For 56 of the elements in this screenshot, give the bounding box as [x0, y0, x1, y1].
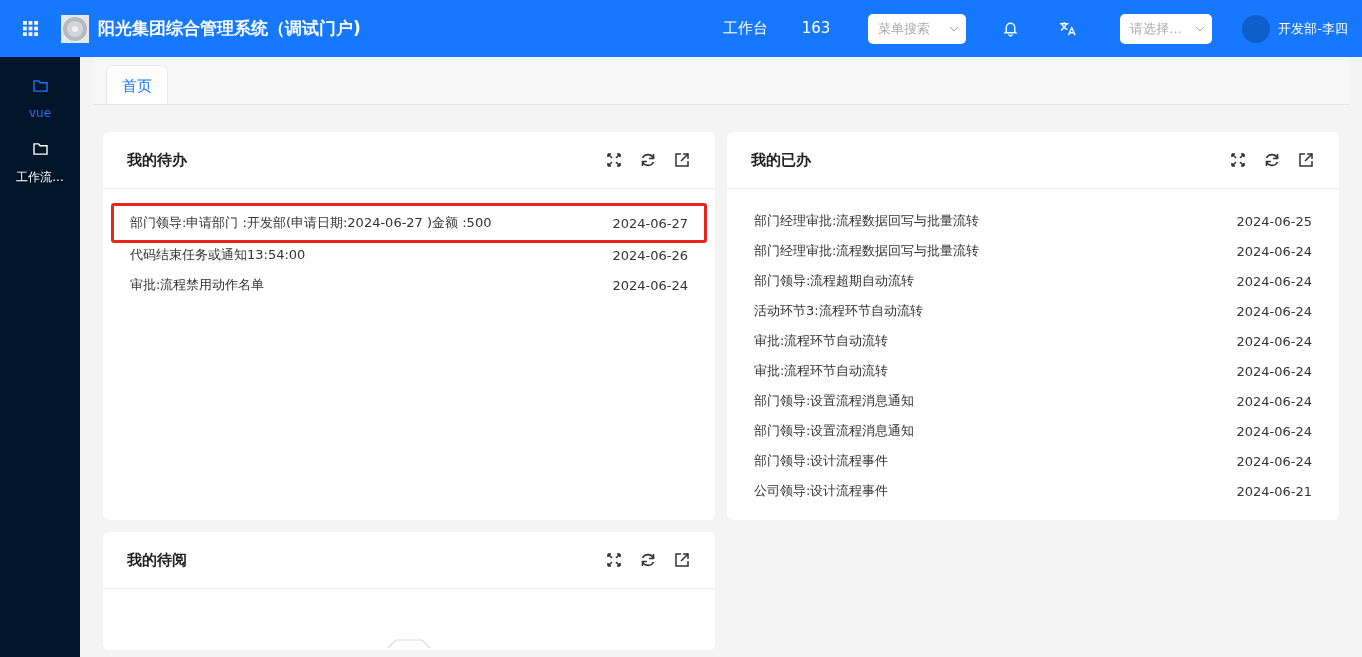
menu-search-field[interactable]: 菜单搜索 [868, 13, 967, 44]
refresh-icon[interactable] [1264, 152, 1280, 168]
app-grid-icon[interactable] [23, 21, 38, 36]
task-date: 2024-06-24 [1236, 363, 1312, 379]
sidebar-item[interactable]: vue [0, 57, 80, 128]
task-date: 2024-06-24 [612, 277, 688, 293]
disc-logo [61, 14, 89, 43]
app-title: 阳光集团综合管理系统（调试门户) [98, 17, 361, 40]
task-date: 2024-06-24 [1236, 243, 1312, 259]
task-link[interactable]: 审批:流程环节自动流转 [754, 362, 889, 380]
external-link-icon[interactable] [674, 152, 690, 168]
task-date: 2024-06-24 [1236, 453, 1312, 469]
refresh-icon[interactable] [640, 552, 656, 568]
task-date: 2024-06-25 [1236, 213, 1312, 229]
select-field[interactable]: 请选择... [1120, 13, 1213, 44]
folder-icon [32, 79, 48, 92]
task-date: 2024-06-26 [612, 247, 688, 263]
user-name[interactable]: 开发部-李四 [1278, 19, 1348, 38]
task-link[interactable]: 活动环节3:流程环节自动流转 [754, 302, 923, 320]
card-title: 我的待阅 [127, 550, 187, 570]
nav-link[interactable]: 163 [801, 19, 831, 38]
refresh-icon[interactable] [640, 152, 656, 168]
task-link[interactable]: 部门领导:设计流程事件 [754, 452, 889, 470]
folder-icon [32, 142, 48, 155]
card-title: 我的待办 [127, 150, 187, 170]
translate-icon[interactable] [1059, 20, 1077, 37]
task-date: 2024-06-24 [1236, 273, 1312, 289]
nav-link[interactable]: 工作台 [722, 19, 768, 38]
task-link[interactable]: 审批:流程禁用动作名单 [130, 276, 265, 294]
task-date: 2024-06-21 [1236, 483, 1312, 499]
sidebar-item[interactable]: 工作流... [0, 128, 80, 194]
task-date: 2024-06-24 [1236, 303, 1312, 319]
task-link[interactable]: 审批:流程环节自动流转 [754, 332, 889, 350]
task-date: 2024-06-24 [1236, 393, 1312, 409]
fullscreen-icon[interactable] [1230, 152, 1246, 168]
task-link[interactable]: 部门领导:流程超期自动流转 [754, 272, 915, 290]
caret-icon [1195, 25, 1206, 32]
task-link[interactable]: 部门领导:申请部门 :开发部(申请日期:2024-06-27 )金额 :500 [130, 214, 492, 232]
task-link[interactable]: 部门领导:设置流程消息通知 [754, 392, 915, 410]
task-link[interactable]: 公司领导:设计流程事件 [754, 482, 889, 500]
task-date: 2024-06-24 [1236, 333, 1312, 349]
task-link[interactable]: 部门经理审批:流程数据回写与批量流转 [754, 242, 980, 260]
external-link-icon[interactable] [674, 552, 690, 568]
external-link-icon[interactable] [1298, 152, 1314, 168]
task-link[interactable]: 代码结束任务或通知13:54:00 [130, 246, 306, 264]
caret-icon [949, 25, 960, 32]
task-date: 2024-06-24 [1236, 423, 1312, 439]
fullscreen-icon[interactable] [606, 152, 622, 168]
bell-icon[interactable] [1002, 20, 1020, 37]
tab[interactable]: 首页 [106, 65, 168, 104]
fullscreen-icon[interactable] [606, 552, 622, 568]
task-date: 2024-06-27 [612, 215, 688, 231]
task-link[interactable]: 部门领导:设置流程消息通知 [754, 422, 915, 440]
card-title: 我的已办 [751, 150, 811, 170]
empty-box-drawing [387, 639, 431, 648]
task-link[interactable]: 部门经理审批:流程数据回写与批量流转 [754, 212, 980, 230]
